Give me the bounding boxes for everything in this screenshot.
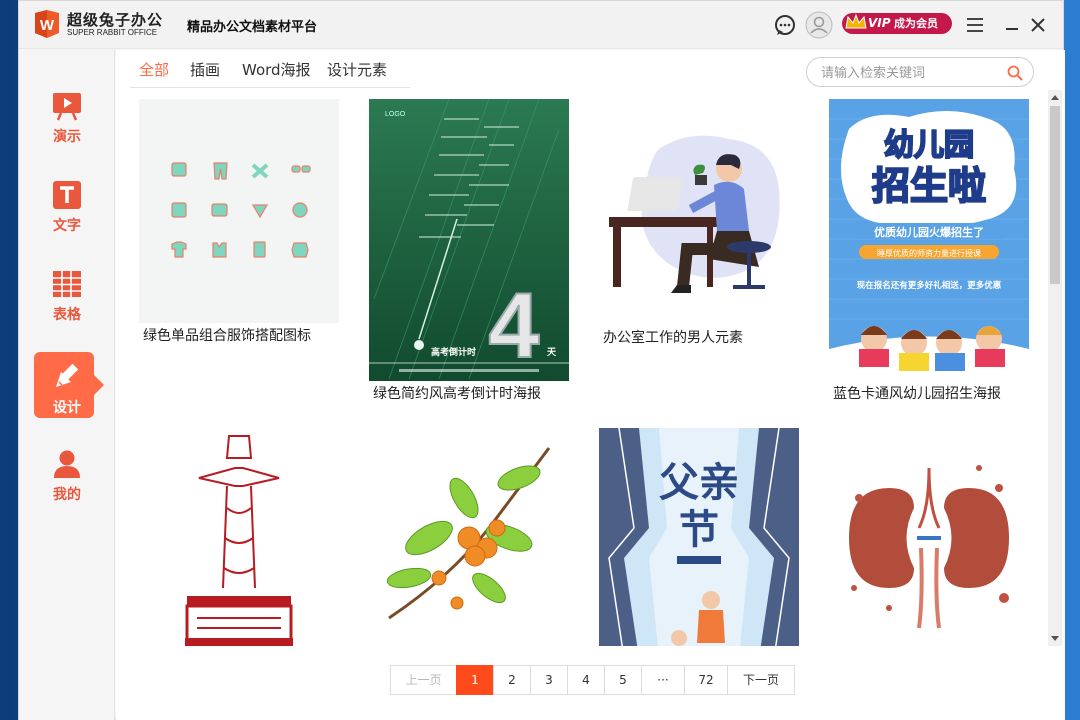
template-card[interactable] (369, 428, 569, 646)
office-man-illustration (609, 135, 780, 293)
sidebar-item-label: 演示 (53, 129, 81, 145)
page-button-1[interactable]: 1 (456, 665, 494, 695)
card-thumbnail (599, 99, 799, 325)
template-card[interactable]: 绿色单品组合服饰搭配图标 (139, 99, 339, 349)
page-button-last[interactable]: 72 (684, 665, 728, 695)
svg-text:4: 4 (488, 275, 539, 377)
template-card[interactable]: 幼儿园 招生啦 优质幼儿园火爆招生了 睡厚优质的师资力量进行授课 现在报名还有更… (829, 99, 1029, 407)
presentation-icon (53, 93, 81, 121)
svg-text:睡厚优质的师资力量进行授课: 睡厚优质的师资力量进行授课 (877, 248, 981, 258)
sidebar-item-table[interactable]: 表格 (19, 268, 115, 340)
search-input[interactable] (821, 64, 1001, 82)
tab-illustration[interactable]: 插画 (190, 59, 220, 80)
template-grid: 绿色单品组合服饰搭配图标 LOGO 4 高考倒计时 天 绿色简约风高考倒计时海报… (116, 90, 1046, 646)
card-caption: 绿色简约风高考倒计时海报 (369, 381, 569, 407)
close-icon[interactable] (1025, 12, 1051, 38)
card-thumbnail (139, 99, 339, 323)
menu-icon[interactable] (962, 12, 988, 38)
platform-title: 精品办公文档素材平台 (187, 20, 318, 35)
search-box (806, 57, 1034, 87)
card-caption: 绿色单品组合服饰搭配图标 (139, 323, 339, 349)
text-doc-icon (53, 181, 81, 209)
user-icon (54, 450, 80, 478)
sidebar-item-presentation[interactable]: 演示 (19, 90, 115, 162)
minimize-icon[interactable] (999, 12, 1025, 38)
sidebar-item-mine[interactable]: 我的 (19, 448, 115, 520)
template-card[interactable] (139, 428, 339, 646)
sidebar-item-design[interactable]: 设计 (19, 352, 115, 425)
app-logo-icon: W (35, 10, 59, 38)
next-page-button[interactable]: 下一页 (727, 665, 795, 695)
countdown-poster-illustration: LOGO 4 高考倒计时 天 (369, 99, 569, 381)
page-button-4[interactable]: 4 (567, 665, 605, 695)
template-card[interactable]: LOGO 4 高考倒计时 天 绿色简约风高考倒计时海报 (369, 99, 569, 407)
avatar[interactable] (805, 11, 833, 39)
card-caption: 蓝色卡通风幼儿园招生海报 (829, 381, 1029, 407)
card-thumbnail: 幼儿园 招生啦 优质幼儿园火爆招生了 睡厚优质的师资力量进行授课 现在报名还有更… (829, 99, 1029, 381)
card-thumbnail (369, 428, 569, 646)
card-thumbnail (829, 428, 1029, 646)
card-thumbnail: LOGO 4 高考倒计时 天 (369, 99, 569, 381)
design-pen-icon (56, 363, 79, 387)
page-button-2[interactable]: 2 (493, 665, 531, 695)
card-caption: 办公室工作的男人元素 (599, 325, 799, 351)
template-card[interactable] (829, 428, 1029, 646)
template-card[interactable]: 办公室工作的男人元素 (599, 99, 799, 351)
sidebar: 演示 文字 表格 设计 我的 (19, 50, 115, 720)
brand-name-en: SUPER RABBIT OFFICE (67, 28, 158, 37)
customer-service-icon[interactable] (772, 12, 798, 38)
app-window: W 超级兔子办公 SUPER RABBIT OFFICE 精品办公文档素材平台 … (18, 0, 1065, 720)
svg-text:优质幼儿园火爆招生了: 优质幼儿园火爆招生了 (874, 225, 984, 239)
tab-all[interactable]: 全部 (139, 59, 169, 80)
sidebar-item-text[interactable]: 文字 (19, 179, 115, 251)
svg-text:现在报名还有更多好礼相送，更多优惠: 现在报名还有更多好礼相送，更多优惠 (857, 280, 1002, 291)
main-content: 全部 插画 Word海报 设计元素 请输入检索关键词 绿色单品组合服饰搭配图标 … (116, 50, 1065, 720)
scroll-down-arrow-icon[interactable] (1051, 636, 1059, 641)
category-tabs: 全部 插画 Word海报 设计元素 (130, 50, 410, 88)
huabiao-pillar-illustration (185, 435, 293, 646)
brand-name: 超级兔子办公 (67, 11, 164, 29)
template-card[interactable]: 父亲 节 (599, 428, 799, 646)
persimmon-branch-illustration (386, 447, 551, 620)
page-button-3[interactable]: 3 (530, 665, 568, 695)
svg-text:天: 天 (547, 347, 557, 358)
fathers-day-poster-illustration: 父亲 节 (599, 428, 799, 646)
sidebar-item-label: 表格 (53, 307, 81, 323)
scroll-up-arrow-icon[interactable] (1051, 95, 1059, 100)
sidebar-item-label: 文字 (53, 218, 81, 234)
vertical-scrollbar[interactable] (1048, 90, 1062, 646)
svg-text:LOGO: LOGO (385, 111, 406, 118)
kindergarten-poster-illustration: 幼儿园 招生啦 优质幼儿园火爆招生了 睡厚优质的师资力量进行授课 现在报名还有更… (829, 99, 1029, 381)
card-thumbnail (139, 428, 339, 646)
clothing-icons-illustration (171, 162, 311, 258)
vip-label: VIP (868, 16, 891, 30)
crown-icon (845, 13, 867, 29)
page-ellipsis: ··· (641, 665, 685, 695)
scrollbar-thumb[interactable] (1050, 106, 1060, 284)
tab-word-poster[interactable]: Word海报 (242, 59, 311, 80)
sidebar-item-label: 设计 (53, 400, 81, 416)
search-icon[interactable] (1006, 64, 1024, 82)
tab-design-elements[interactable]: 设计元素 (327, 59, 387, 80)
pagination: 上一页 1 2 3 4 5 ··· 72 下一页 (390, 665, 795, 695)
title-bar: W 超级兔子办公 SUPER RABBIT OFFICE 精品办公文档素材平台 … (19, 1, 1063, 49)
table-icon (53, 271, 81, 297)
svg-text:招生啦: 招生啦 (872, 164, 986, 208)
card-thumbnail: 父亲 节 (599, 428, 799, 646)
vip-cta: 成为会员 (894, 17, 938, 30)
sidebar-item-label: 我的 (53, 487, 81, 503)
svg-text:父亲: 父亲 (659, 460, 739, 506)
prev-page-button[interactable]: 上一页 (390, 665, 457, 695)
svg-text:幼儿园: 幼儿园 (884, 128, 974, 163)
svg-text:W: W (40, 17, 55, 34)
svg-text:节: 节 (679, 507, 719, 553)
vip-button[interactable]: VIP 成为会员 (842, 13, 952, 34)
svg-text:高考倒计时: 高考倒计时 (431, 346, 476, 358)
page-button-5[interactable]: 5 (604, 665, 642, 695)
kidney-illustration (849, 465, 1009, 629)
